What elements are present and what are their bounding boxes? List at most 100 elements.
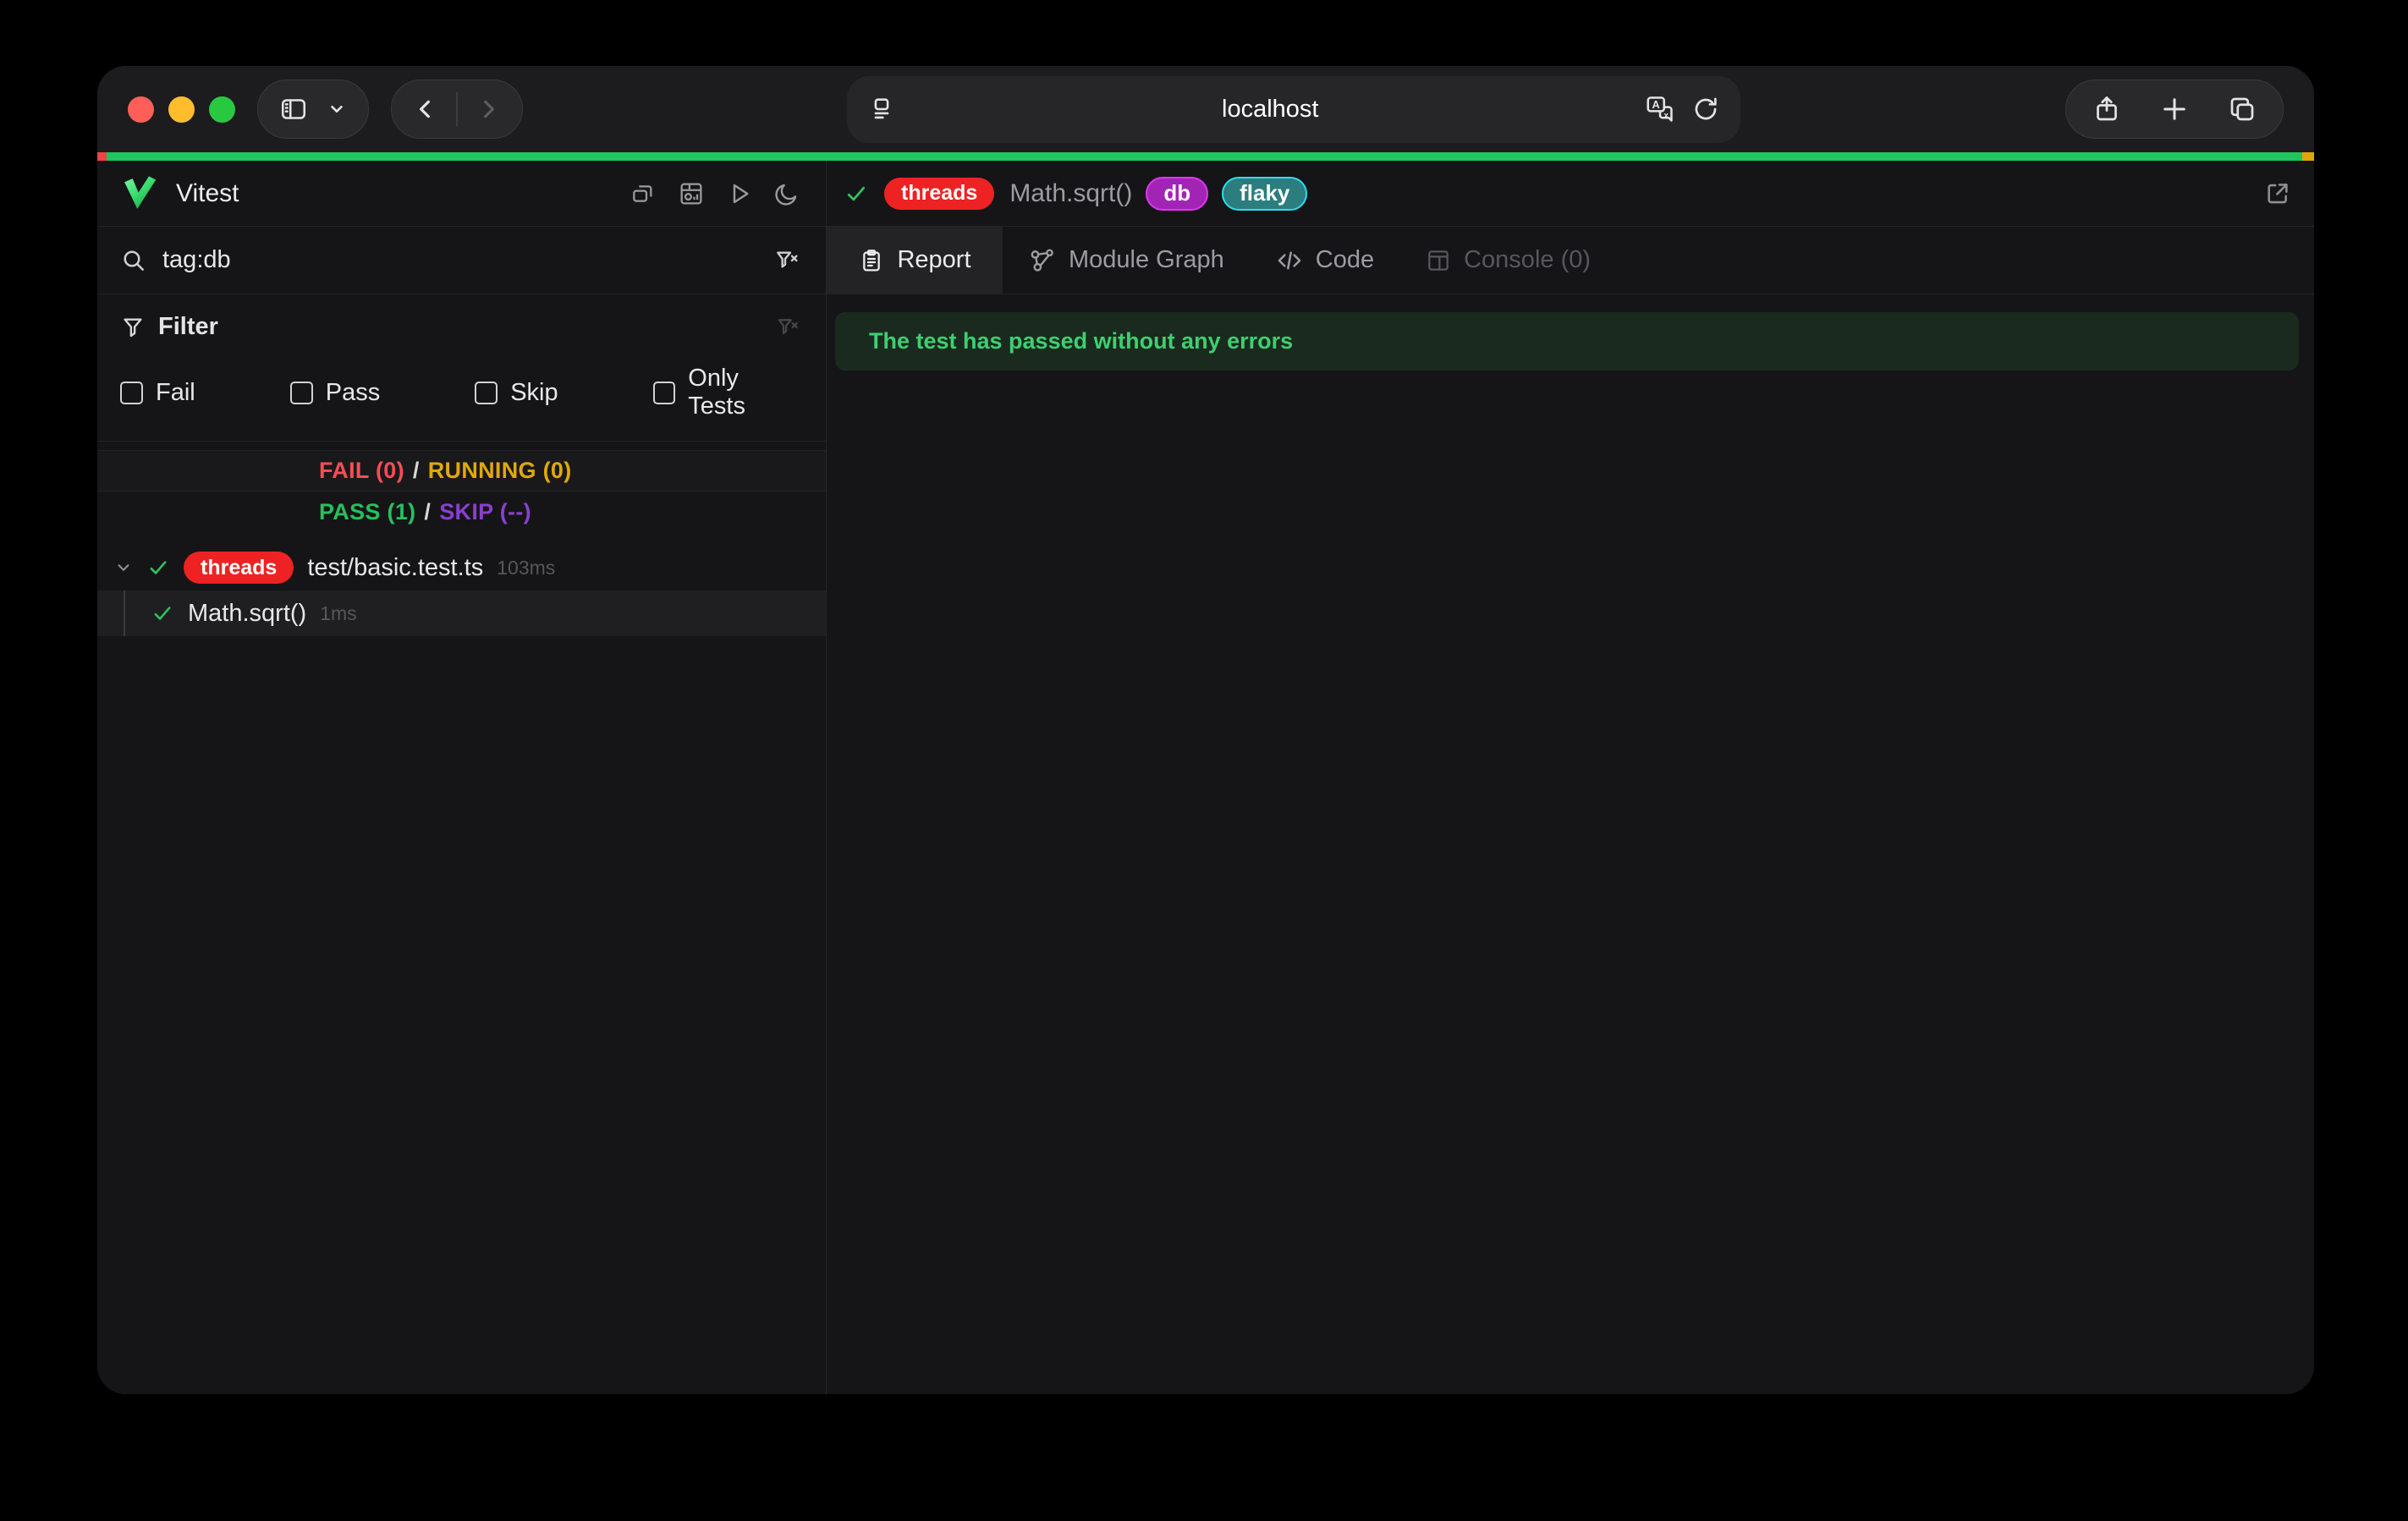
filter-section: Filter Fail Pass [97,294,826,442]
browser-toolbar: localhost A x [97,66,2314,152]
test-tree: threads test/basic.test.ts 103ms Math.sq… [97,545,826,636]
project-badge: threads [884,178,994,210]
progress-fail-segment [97,152,107,161]
search-bar [97,227,826,294]
filter-label-skip: Skip [510,379,558,407]
check-icon [146,556,170,579]
svg-text:x: x [1664,111,1669,120]
console-icon [1425,247,1452,274]
clear-search-filter-icon[interactable] [773,247,800,274]
tab-console-label: Console (0) [1464,246,1591,274]
skip-count: SKIP (--) [439,499,531,525]
progress-pass-segment [107,152,2302,161]
detail-tabs: Report Module Graph [827,227,2314,294]
app-title: Vitest [176,179,239,208]
new-tab-icon[interactable] [2159,94,2190,124]
close-button[interactable] [128,96,154,123]
traffic-lights [128,96,235,123]
browser-window: localhost A x [97,66,2314,1394]
chevron-down-icon[interactable] [113,557,135,579]
test-case-duration: 1ms [320,602,356,625]
filter-checkbox-pass[interactable] [290,382,313,404]
filter-option-only-tests: Only Tests [653,365,800,420]
tag-badge-db: db [1146,177,1208,211]
reload-icon[interactable] [1691,95,1720,124]
search-icon [120,247,147,274]
toolbar-right-group [2065,80,2284,139]
stats-separator: / [424,499,431,525]
test-file-row[interactable]: threads test/basic.test.ts 103ms [97,545,826,590]
filter-checkbox-skip[interactable] [475,382,498,404]
collapse-panels-icon[interactable] [629,180,657,207]
indent-guide [124,590,125,636]
filter-option-pass: Pass [290,379,380,407]
stats-separator: / [413,458,420,484]
project-badge: threads [184,552,294,584]
filter-label-pass: Pass [326,379,380,407]
filter-option-skip: Skip [475,379,558,407]
dashboard-icon[interactable] [677,179,706,208]
filter-label-only-tests: Only Tests [688,365,800,420]
tab-report[interactable]: Report [827,227,1003,294]
tab-module-graph[interactable]: Module Graph [1003,227,1250,294]
external-link-icon[interactable] [2263,179,2292,208]
nav-divider [456,92,458,126]
pass-banner: The test has passed without any errors [835,312,2299,371]
filter-options: Fail Pass Skip Only Tests [120,365,800,420]
code-icon [1275,246,1304,275]
test-detail-header: threads Math.sqrt() db flaky [827,161,2314,227]
fail-count: FAIL (0) [319,458,404,484]
sidebar-toggle-group [257,80,369,139]
tab-code-label: Code [1316,246,1374,274]
filter-checkbox-only-tests[interactable] [653,382,676,404]
test-file-name: test/basic.test.ts [307,554,483,582]
filter-label-fail: Fail [156,379,195,407]
vitest-logo [120,175,159,212]
report-icon [858,247,885,274]
minimize-button[interactable] [168,96,195,123]
zoom-button[interactable] [209,96,235,123]
funnel-icon [120,315,146,340]
vitest-sidebar: Vitest [97,161,827,1394]
forward-icon[interactable] [475,96,502,123]
clear-filter-icon[interactable] [775,315,800,340]
filter-title: Filter [158,313,218,341]
reader-icon[interactable] [867,95,896,124]
address-bar[interactable]: localhost A x [847,76,1740,143]
chevron-down-icon[interactable] [326,98,348,120]
sidebar-header: Vitest [97,161,826,227]
sidebar-toggle-icon[interactable] [278,94,309,124]
check-icon [844,181,869,206]
running-count: RUNNING (0) [428,458,572,484]
tab-report-label: Report [897,246,970,274]
stats-row-pass-skip: PASS (1) / SKIP (--) [97,491,826,533]
tag-badge-flaky: flaky [1222,177,1307,211]
run-all-icon[interactable] [726,180,753,207]
tab-overview-icon[interactable] [2227,94,2257,124]
url-text: localhost [896,96,1644,124]
progress-warn-segment [2302,152,2314,161]
filter-checkbox-fail[interactable] [120,382,143,404]
back-icon[interactable] [412,96,439,123]
check-icon [151,601,174,625]
search-input[interactable] [162,246,773,274]
module-graph-icon [1028,246,1057,275]
test-progress-bar [97,152,2314,161]
test-case-row[interactable]: Math.sqrt() 1ms [97,590,826,636]
test-title: Math.sqrt() [1009,179,1132,208]
tab-console[interactable]: Console (0) [1399,227,1616,294]
pass-count: PASS (1) [319,499,415,525]
test-file-duration: 103ms [497,557,555,579]
filter-option-fail: Fail [120,379,195,407]
svg-text:A: A [1652,99,1660,111]
tab-code[interactable]: Code [1250,227,1399,294]
share-icon[interactable] [2092,94,2122,124]
dark-mode-toggle-icon[interactable] [773,180,800,207]
nav-buttons-group [391,80,523,139]
test-stats: FAIL (0) / RUNNING (0) PASS (1) / SKIP (… [97,450,826,533]
stats-row-fail-running: FAIL (0) / RUNNING (0) [97,450,826,491]
pass-banner-text: The test has passed without any errors [869,328,1293,354]
translate-icon[interactable]: A x [1644,93,1676,125]
main-pane: threads Math.sqrt() db flaky [827,161,2314,1394]
tab-module-graph-label: Module Graph [1069,246,1224,274]
